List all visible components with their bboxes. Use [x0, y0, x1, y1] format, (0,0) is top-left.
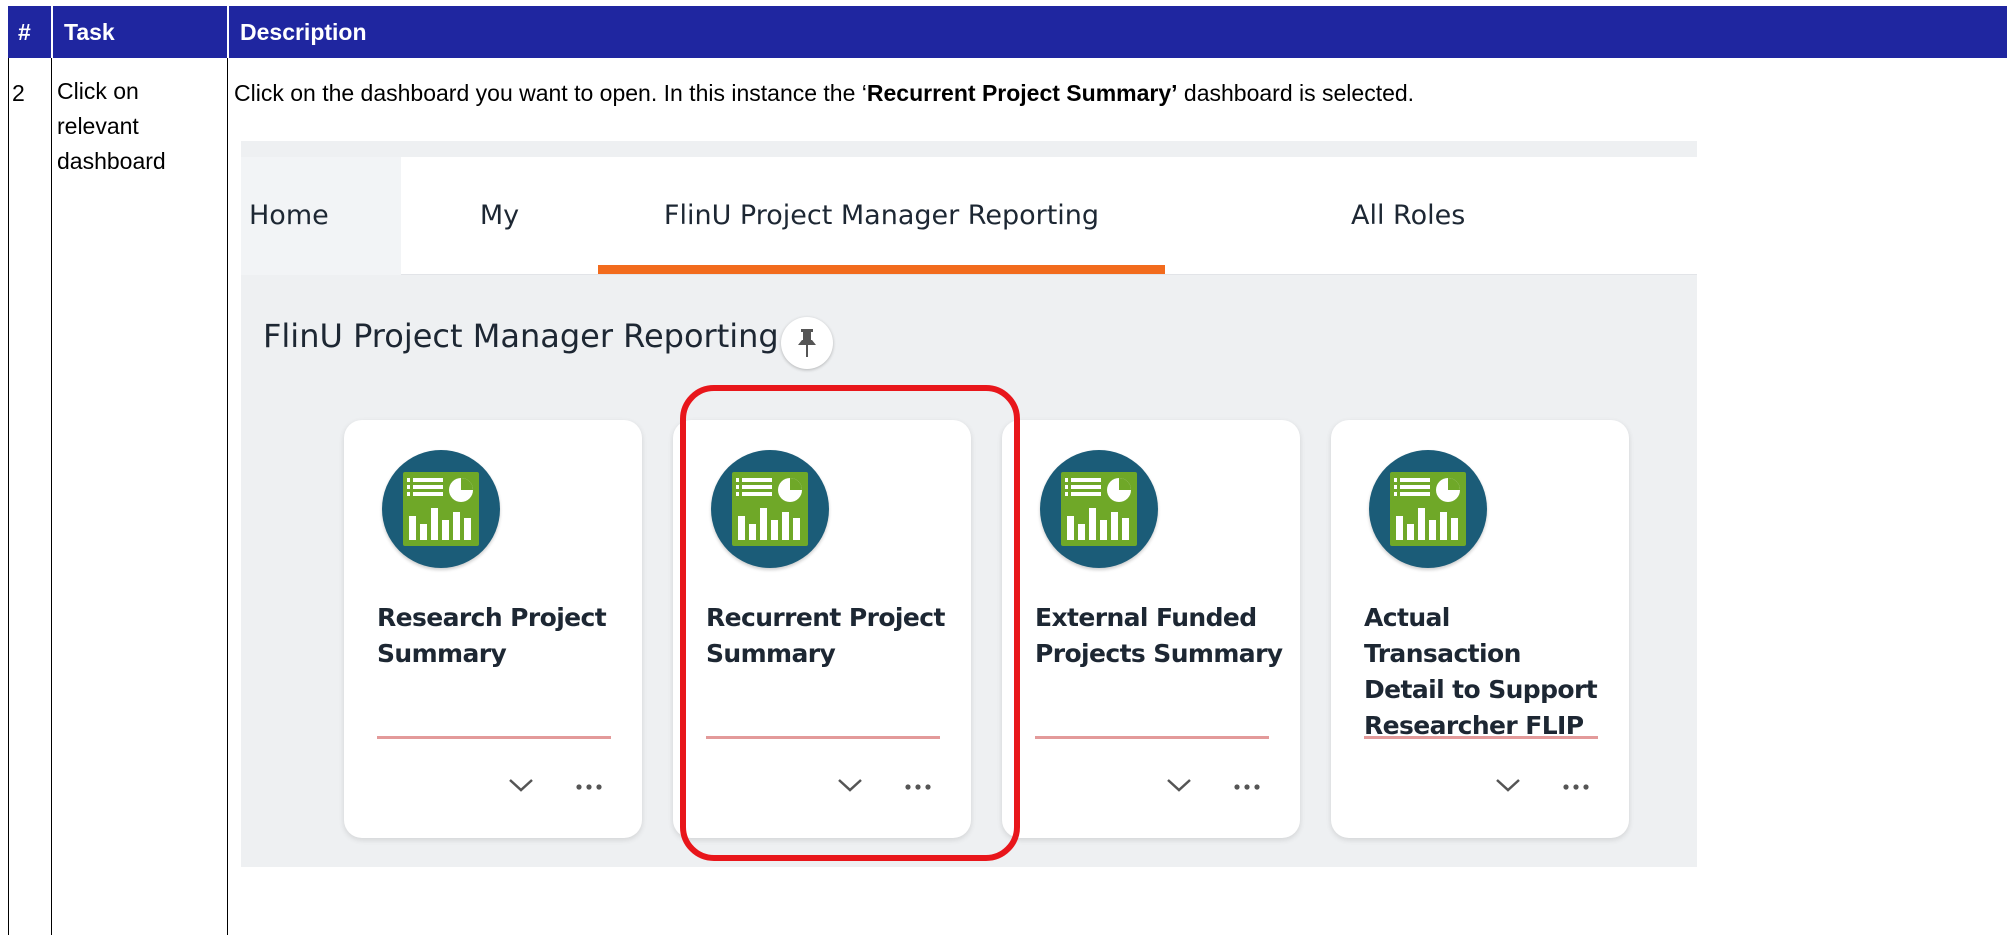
description-bold: Recurrent Project Summary’ [866, 80, 1178, 106]
header-description: Description [240, 19, 367, 45]
dashboard-tile-research-project-summary[interactable]: Research Project Summary [344, 420, 642, 838]
tile-title: Research Project Summary [377, 600, 627, 672]
dashboard-tile-recurrent-project-summary[interactable]: Recurrent Project Summary [673, 420, 971, 838]
more-button[interactable] [572, 772, 606, 802]
header-task: Task [64, 19, 115, 45]
tile-title-line: Summary [377, 639, 507, 668]
more-dots-icon [1563, 784, 1589, 790]
more-dots-icon [576, 784, 602, 790]
expand-button[interactable] [1162, 770, 1196, 800]
tile-title-line: External Funded [1035, 603, 1257, 632]
header-number: # [18, 19, 31, 45]
step-number: 2 [12, 80, 25, 106]
pin-icon [798, 329, 816, 357]
expand-button[interactable] [833, 770, 867, 800]
tile-divider [1035, 736, 1269, 739]
more-button[interactable] [1559, 772, 1593, 802]
tile-title-line: Detail to Support [1364, 675, 1598, 704]
dashboard-tile-external-funded-projects-summary[interactable]: External Funded Projects Summary [1002, 420, 1300, 838]
tile-title-line: Recurrent Project [706, 603, 945, 632]
tile-title-line: Projects Summary [1035, 639, 1283, 668]
header-divider [51, 6, 53, 58]
tile-title: External Funded Projects Summary [1035, 600, 1285, 672]
chevron-down-icon [1496, 779, 1520, 792]
tile-title-line: Actual Transaction [1364, 603, 1521, 668]
tab-all-roles[interactable]: All Roles [1313, 157, 1513, 275]
tile-divider [1364, 736, 1598, 739]
screenshot-top-strip [241, 141, 1697, 157]
more-button[interactable] [1230, 772, 1264, 802]
table-header-row: # Task Description [8, 6, 2007, 58]
chevron-down-icon [838, 779, 862, 792]
column-divider [227, 58, 228, 935]
description-text-end: dashboard is selected. [1177, 80, 1415, 106]
column-divider [51, 58, 52, 935]
tile-title-line: Summary [706, 639, 836, 668]
dashboard-tile-actual-transaction-detail[interactable]: Actual Transaction Detail to Support Res… [1331, 420, 1629, 838]
tile-title: Actual Transaction Detail to Support Res… [1364, 600, 1614, 744]
chevron-down-icon [1167, 779, 1191, 792]
tile-title: Recurrent Project Summary [706, 600, 956, 672]
group-title: FlinU Project Manager Reporting [263, 317, 779, 355]
table-border-left [8, 58, 9, 935]
chevron-down-icon [509, 779, 533, 792]
tile-title-line: Research Project [377, 603, 607, 632]
dashboard-chart-icon [1040, 450, 1158, 568]
tab-home[interactable]: Home [241, 157, 401, 275]
dashboard-chart-icon [711, 450, 829, 568]
embedded-screenshot: Home My FlinU Project Manager Reporting … [241, 141, 1697, 867]
description-text: Click on the dashboard you want to open.… [234, 80, 867, 106]
active-tab-indicator [598, 265, 1165, 274]
pin-button[interactable] [781, 317, 833, 369]
expand-button[interactable] [504, 770, 538, 800]
tile-divider [377, 736, 611, 739]
step-description: Click on the dashboard you want to open.… [234, 80, 1414, 107]
dashboard-chart-icon [1369, 450, 1487, 568]
more-dots-icon [1234, 784, 1260, 790]
dashboard-chart-icon [382, 450, 500, 568]
tab-flinu-project-manager-reporting[interactable]: FlinU Project Manager Reporting [598, 157, 1165, 275]
expand-button[interactable] [1491, 770, 1525, 800]
more-button[interactable] [901, 772, 935, 802]
tab-my[interactable]: My [401, 157, 598, 275]
more-dots-icon [905, 784, 931, 790]
step-task: Click on relevant dashboard [57, 78, 166, 174]
header-divider [227, 6, 229, 58]
tile-divider [706, 736, 940, 739]
